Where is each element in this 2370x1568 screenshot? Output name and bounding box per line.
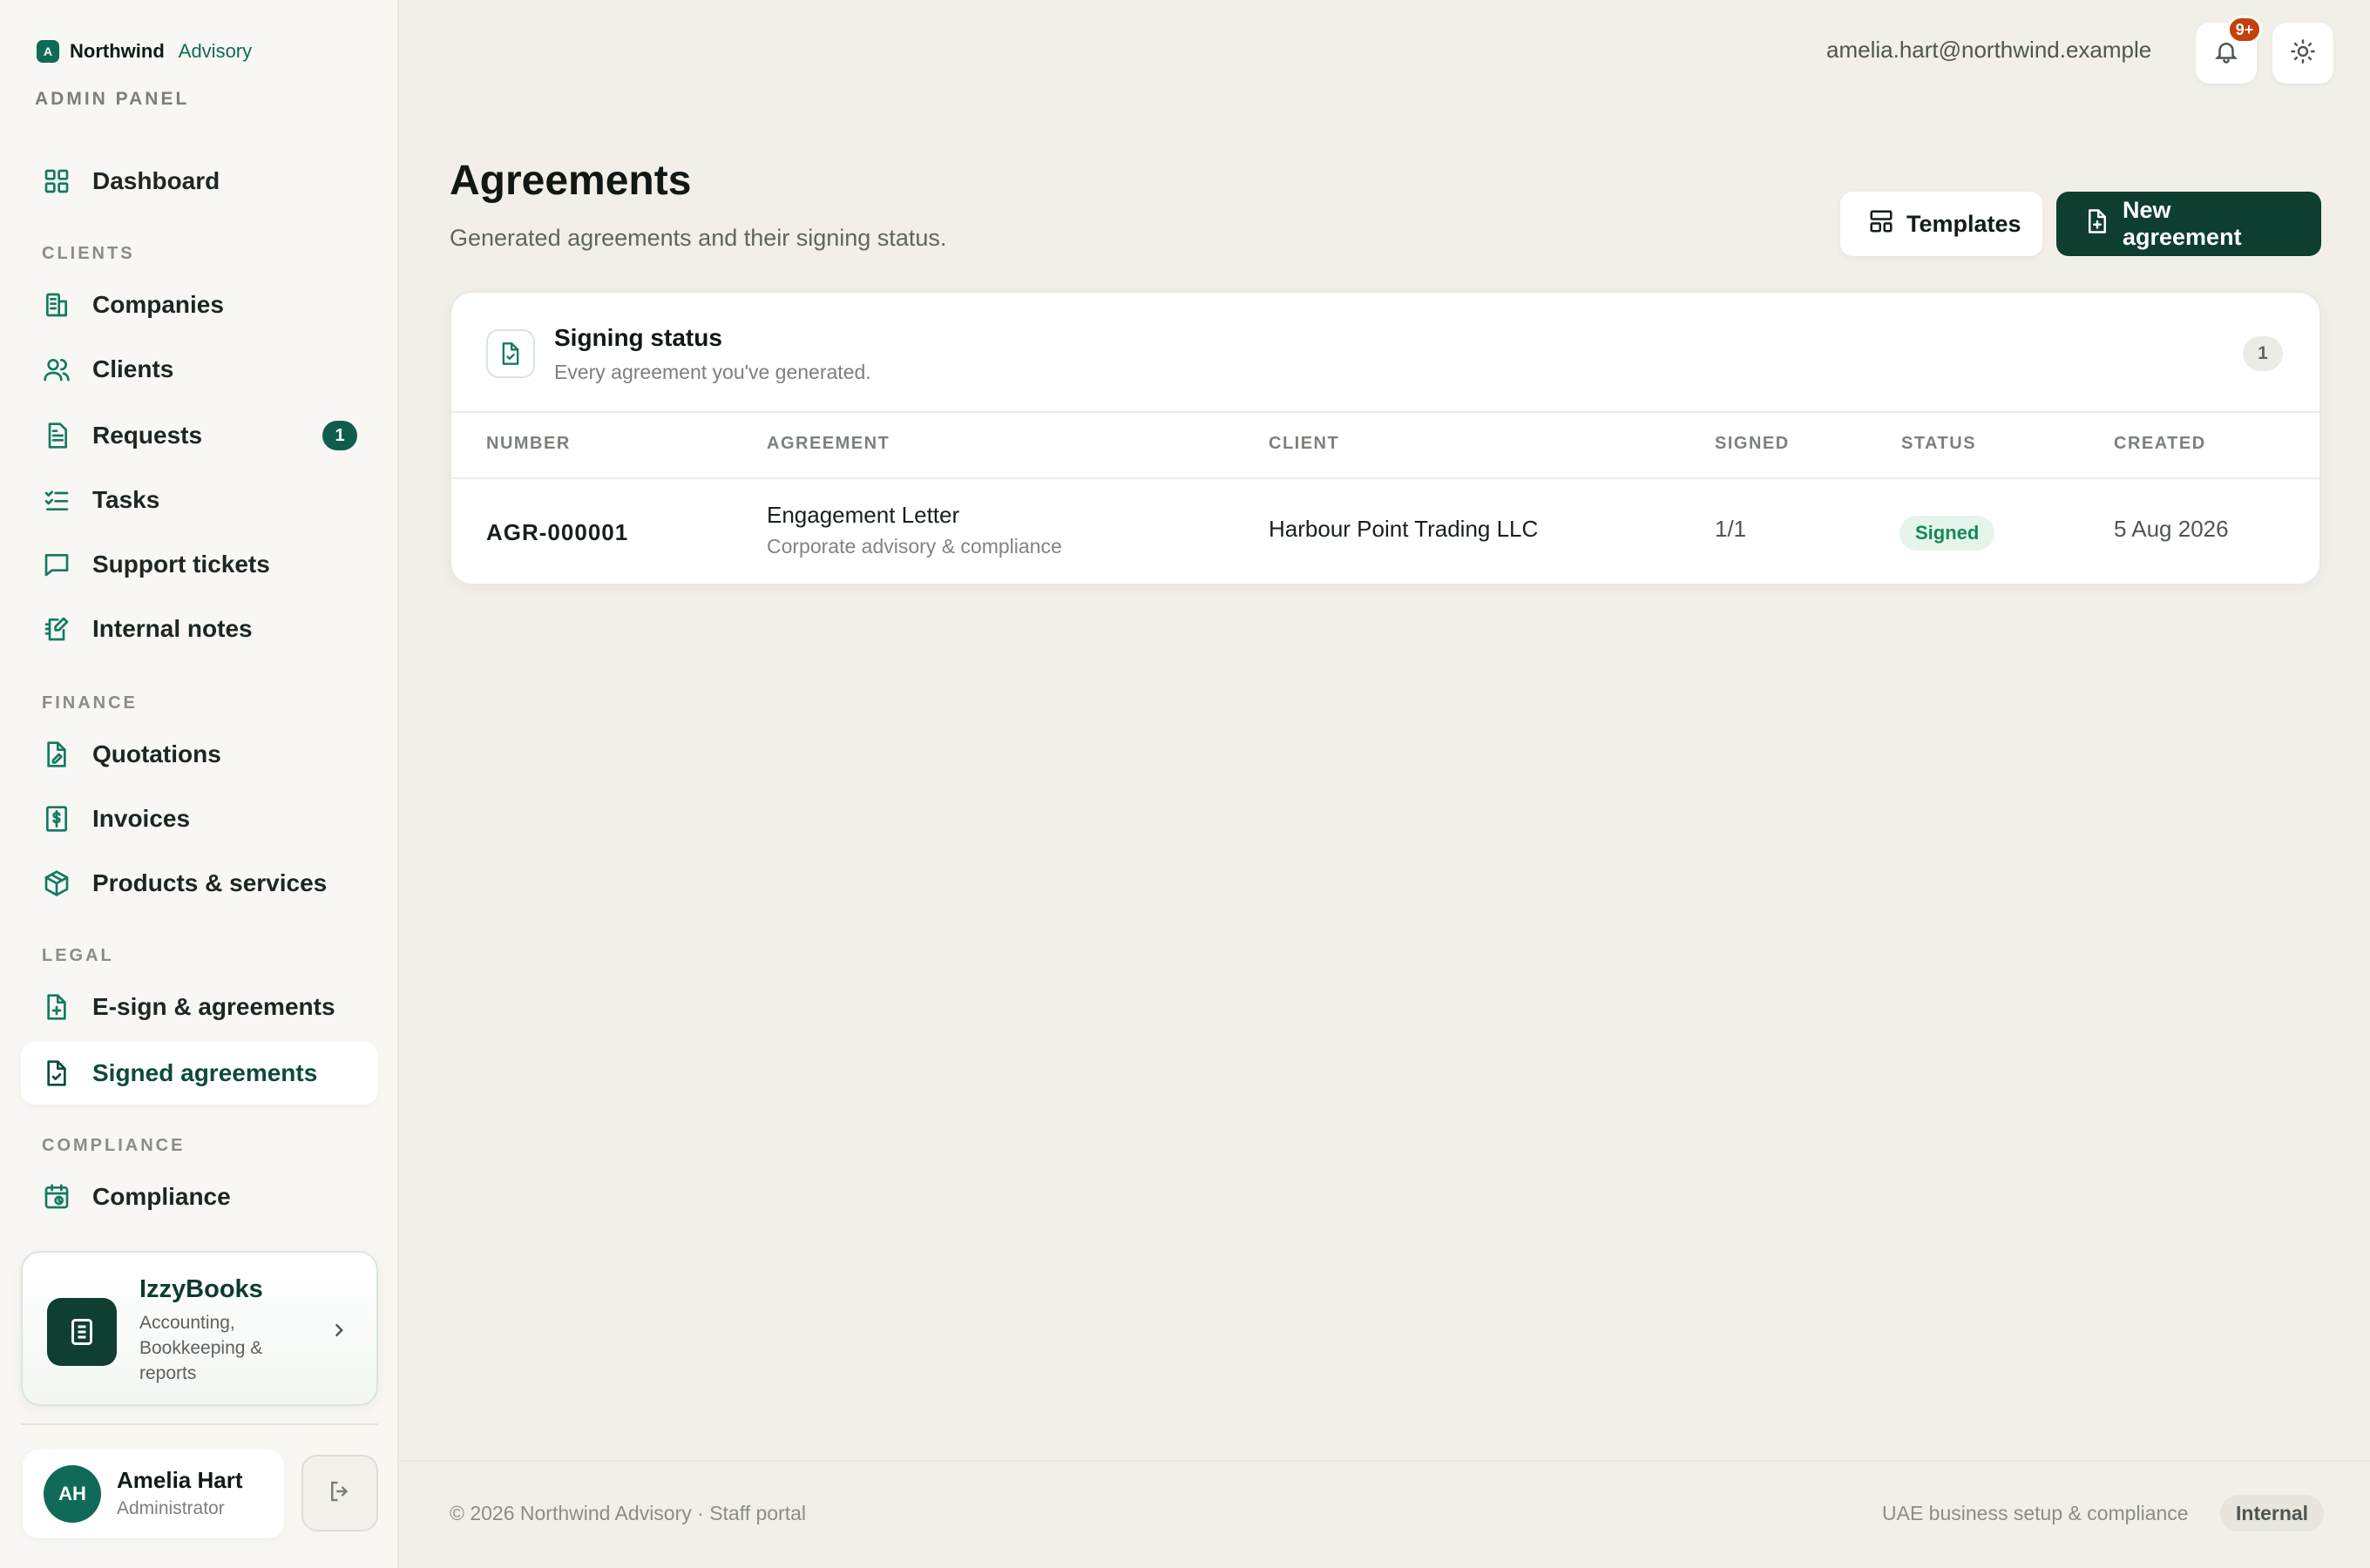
avatar: AH — [44, 1465, 101, 1523]
signing-status-card: Signing status Every agreement you've ge… — [450, 291, 2321, 585]
brand-name: Northwind — [70, 40, 165, 62]
sidebar-item-label: Tasks — [92, 486, 160, 513]
theme-toggle-button[interactable] — [2272, 23, 2333, 84]
column-header-client[interactable]: CLIENT — [1269, 434, 1339, 454]
sidebar-item-invoices[interactable]: Invoices — [21, 787, 378, 850]
section-clients: CLIENTS — [42, 244, 135, 263]
sidebar-item-label: Products & services — [92, 869, 328, 896]
column-header-signed[interactable]: SIGNED — [1715, 434, 1790, 454]
sidebar-item-clients[interactable]: Clients — [21, 338, 378, 401]
new-agreement-button[interactable]: New agreement — [2056, 192, 2321, 256]
page-subtitle: Generated agreements and their signing s… — [450, 225, 947, 251]
brand-logo-icon: A — [37, 40, 59, 63]
templates-button[interactable]: Templates — [1840, 192, 2042, 256]
sidebar: A Northwind Advisory ADMIN PANEL Dashboa… — [0, 0, 399, 1568]
sidebar-item-internal-notes[interactable]: Internal notes — [21, 598, 378, 660]
logout-icon — [327, 1478, 353, 1509]
sidebar-item-compliance[interactable]: Compliance — [21, 1166, 378, 1228]
created-date: 5 Aug 2026 — [2114, 516, 2229, 542]
user-profile-card[interactable]: AH Amelia Hart Administrator — [23, 1450, 284, 1538]
promo-title: IzzyBooks — [139, 1275, 263, 1303]
sidebar-item-label: E-sign & agreements — [92, 993, 335, 1020]
agreement-number[interactable]: AGR-000001 — [486, 519, 628, 546]
chevron-right-icon — [328, 1319, 350, 1346]
divider — [451, 411, 2319, 413]
templates-button-label: Templates — [1906, 210, 2021, 237]
grid-icon — [42, 166, 71, 196]
admin-panel-label: ADMIN PANEL — [35, 89, 190, 109]
section-finance: FINANCE — [42, 693, 138, 713]
sidebar-item-support-tickets[interactable]: Support tickets — [21, 533, 378, 596]
footer-copyright: © 2026 Northwind Advisory · Staff portal — [450, 1502, 807, 1524]
new-agreement-button-label: New agreement — [2123, 197, 2242, 250]
user-name: Amelia Hart — [117, 1467, 243, 1493]
book-icon — [47, 1298, 117, 1366]
calendar-clock-icon — [42, 1182, 71, 1212]
sidebar-item-label: Invoices — [92, 805, 191, 832]
column-header-agreement[interactable]: AGREEMENT — [767, 434, 890, 454]
sidebar-item-signed-agreements[interactable]: Signed agreements — [21, 1042, 378, 1105]
footer-divider — [399, 1460, 2370, 1462]
sidebar-item-quotations[interactable]: Quotations — [21, 723, 378, 786]
sidebar-item-products-services[interactable]: Products & services — [21, 852, 378, 915]
agreement-count-badge: 1 — [2243, 336, 2283, 371]
package-icon — [42, 868, 71, 898]
client-name: Harbour Point Trading LLC — [1269, 516, 1539, 542]
notebook-pen-icon — [42, 614, 71, 644]
users-icon — [42, 355, 71, 384]
status-badge: Signed — [1899, 516, 1995, 551]
section-compliance: COMPLIANCE — [42, 1136, 186, 1155]
sidebar-item-label: Support tickets — [92, 551, 270, 578]
agreement-name[interactable]: Engagement Letter — [767, 502, 959, 529]
card-subtitle: Every agreement you've generated. — [554, 361, 871, 383]
sidebar-item-esign[interactable]: E-sign & agreements — [21, 976, 378, 1038]
message-icon — [42, 550, 71, 579]
sun-icon — [2290, 38, 2316, 69]
layout-template-icon — [1868, 208, 1894, 240]
sidebar-item-label: Companies — [92, 291, 224, 318]
document-icon — [42, 421, 71, 450]
signed-count: 1/1 — [1715, 516, 1747, 542]
sidebar-item-label: Requests — [92, 422, 203, 449]
column-header-created[interactable]: CREATED — [2114, 434, 2206, 454]
sidebar-item-tasks[interactable]: Tasks — [21, 469, 378, 531]
footer-tagline: UAE business setup & compliance — [1882, 1502, 2189, 1524]
file-check-icon — [42, 1058, 71, 1088]
receipt-dollar-icon — [42, 804, 71, 834]
file-plus-icon — [2084, 208, 2110, 240]
file-pen-icon — [42, 740, 71, 769]
brand-sub: Advisory — [178, 40, 253, 62]
checklist-icon — [42, 485, 71, 515]
izzybooks-promo-card[interactable]: IzzyBooks Accounting, Bookkeeping & repo… — [21, 1251, 378, 1406]
requests-count-badge: 1 — [322, 421, 357, 450]
sidebar-divider — [21, 1423, 378, 1425]
sidebar-item-dashboard[interactable]: Dashboard — [21, 150, 378, 213]
logout-button[interactable] — [301, 1455, 378, 1531]
file-check-icon — [486, 329, 535, 378]
sidebar-item-label: Quotations — [92, 740, 221, 767]
card-title: Signing status — [554, 324, 722, 351]
section-legal: LEGAL — [42, 946, 114, 965]
notification-count-badge: 9+ — [2227, 16, 2262, 44]
sidebar-item-companies[interactable]: Companies — [21, 274, 378, 336]
building-icon — [42, 290, 71, 320]
column-header-number[interactable]: NUMBER — [486, 434, 571, 454]
brand[interactable]: A Northwind Advisory — [37, 40, 252, 63]
user-role: Administrator — [117, 1498, 225, 1518]
sidebar-item-label: Signed agreements — [92, 1059, 318, 1086]
divider — [451, 477, 2319, 479]
page-title: Agreements — [450, 158, 692, 204]
column-header-status[interactable]: STATUS — [1901, 434, 1976, 454]
sidebar-item-label: Compliance — [92, 1183, 231, 1210]
sidebar-item-label: Clients — [92, 355, 174, 382]
notifications-button[interactable]: 9+ — [2196, 16, 2262, 84]
file-plus-icon — [42, 992, 71, 1022]
footer-internal-tag: Internal — [2220, 1495, 2325, 1531]
sidebar-item-requests[interactable]: Requests 1 — [21, 404, 378, 467]
promo-description: Accounting, Bookkeeping & reports — [139, 1313, 263, 1383]
sidebar-item-label: Dashboard — [92, 167, 220, 194]
sidebar-item-label: Internal notes — [92, 615, 253, 642]
header-user-email: amelia.hart@northwind.example — [1826, 37, 2152, 63]
agreement-category: Corporate advisory & compliance — [767, 535, 1062, 558]
